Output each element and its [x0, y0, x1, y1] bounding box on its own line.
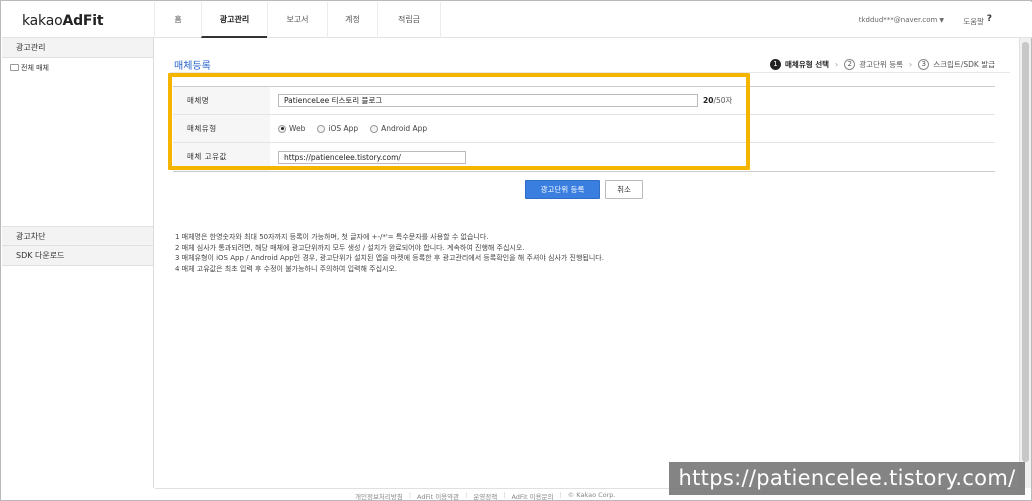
footer-separator: | [408, 491, 412, 499]
step-number-icon: 1 [770, 59, 782, 70]
user-account-menu[interactable]: tkddud***@naver.com ▼ [859, 16, 944, 24]
chevron-right-icon: › [909, 60, 913, 69]
step-1: 1 매체유형 선택 [770, 59, 829, 70]
nav-tab-reserve[interactable]: 적립금 [377, 2, 441, 38]
help-question-icon[interactable]: ? [987, 14, 992, 24]
guide-note: 1 매체명은 한영숫자와 최대 50자까지 등록이 가능하며, 첫 글자에 +-… [175, 233, 489, 241]
top-header: kakaoAdFit 홈 광고관리 보고서 계정 적립금 tkddud***@n… [2, 2, 1032, 38]
app-window: kakaoAdFit 홈 광고관리 보고서 계정 적립금 tkddud***@n… [0, 0, 1032, 501]
page-title: 매체등록 [174, 61, 211, 72]
vertical-scrollbar[interactable] [1019, 38, 1031, 488]
logo-bold-text: AdFit [62, 13, 104, 29]
main-navigation: 홈 광고관리 보고서 계정 적립금 [154, 2, 441, 38]
sidebar-item-label: 전체 매체 [21, 64, 49, 72]
guide-note: 2 매체 심사가 통과되려면, 해당 매체에 광고단위까지 모두 생성 / 설치… [175, 243, 525, 252]
step-label: 광고단위 등록 [859, 60, 904, 69]
sidebar-item-all-media[interactable]: 전체 매체 [10, 63, 49, 73]
footer-link-inquiry[interactable]: AdFit 이용문의 [511, 491, 553, 501]
sidebar-section-sdk-download[interactable]: SDK 다운로드 [2, 246, 153, 266]
nav-tab-ad-management[interactable]: 광고관리 [201, 2, 267, 38]
step-label: 스크립트/SDK 발급 [933, 60, 995, 69]
registration-steps: 1 매체유형 선택 › 2 광고단위 등록 › 3 스크립트/SDK 발급 [770, 59, 995, 70]
guide-note: 4 매체 고유값은 최초 입력 후 수정이 불가능하니 주의하여 입력해 주십시… [175, 264, 398, 273]
chevron-right-icon: › [835, 60, 839, 69]
footer-link-privacy[interactable]: 개인정보처리방침 [355, 491, 403, 501]
sidebar: 광고관리 전체 매체 광고차단 SDK 다운로드 [2, 38, 154, 488]
footer-separator: | [503, 491, 506, 499]
blog-url-watermark: https://patiencelee.tistory.com/ [669, 462, 1025, 495]
guide-notes: 1 매체명은 한영숫자와 최대 50자까지 등록이 가능하며, 첫 글자에 +-… [175, 232, 604, 274]
footer-links: 개인정보처리방침 | AdFit 이용약관 | 운영정책 | AdFit 이용문의 | … [355, 491, 622, 501]
logo-light-text: kakao [22, 13, 63, 29]
guide-note: 3 매체유형이 iOS App / Android App인 경우, 광고단위가… [175, 254, 604, 262]
nav-tab-reports[interactable]: 보고서 [267, 2, 327, 38]
sidebar-section-ad-management[interactable]: 광고관리 [2, 38, 153, 58]
register-ad-unit-button[interactable]: 광고단위 등록 [525, 180, 600, 199]
nav-tab-account[interactable]: 계정 [327, 2, 377, 38]
footer-separator: | [559, 491, 562, 499]
nav-tab-home[interactable]: 홈 [154, 2, 201, 38]
footer-copyright: © Kakao Corp. [567, 491, 616, 499]
user-email: tkddud***@naver.com [858, 16, 938, 24]
footer-separator: | [465, 491, 468, 499]
scrollbar-thumb[interactable] [1022, 42, 1029, 462]
cancel-button[interactable]: 취소 [605, 180, 643, 199]
folder-icon [10, 64, 19, 71]
caret-down-icon: ▼ [939, 17, 944, 24]
footer-link-terms[interactable]: AdFit 이용약관 [417, 491, 459, 501]
kakao-adfit-logo[interactable]: kakaoAdFit [22, 13, 104, 29]
step-3: 3 스크립트/SDK 발급 [918, 59, 995, 70]
help-link[interactable]: 도움말 [963, 16, 984, 27]
sidebar-section-ad-block[interactable]: 광고차단 [2, 226, 153, 246]
step-2: 2 광고단위 등록 [844, 59, 903, 70]
highlight-box [168, 73, 750, 170]
step-label: 매체유형 선택 [785, 60, 830, 69]
step-number-icon: 3 [918, 59, 930, 70]
footer-link-policy[interactable]: 운영정책 [473, 491, 497, 501]
step-number-icon: 2 [844, 59, 856, 70]
